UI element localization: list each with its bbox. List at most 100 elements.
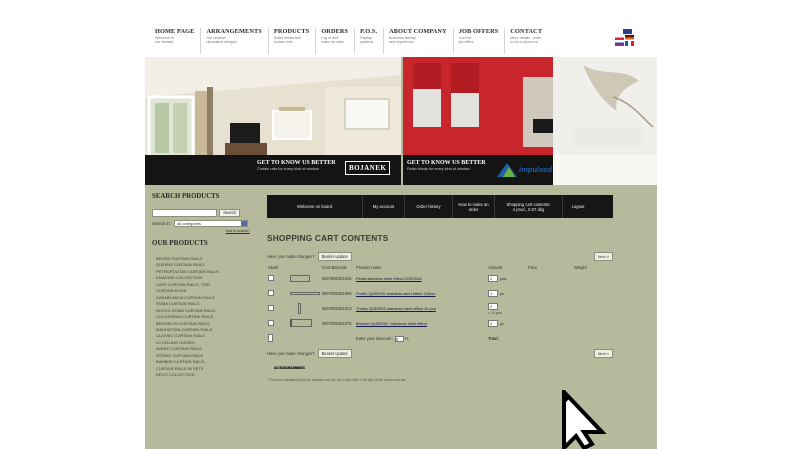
category-select[interactable]: All categories [173,220,248,227]
language-flags [615,29,645,47]
ean-cell: 5907800351545 [322,276,352,281]
main-content: Welcome on board My account Order history H… [267,195,613,382]
search-button[interactable]: Search [219,209,241,217]
weight-cell [573,316,607,331]
remove-checkbox[interactable] [268,290,274,296]
nav-subtitle: Business activity and experience [389,36,416,45]
nav-title: PRODUCTS [273,28,310,35]
top-navigation: HOME PAGE Welcome to our website ARRANGEME… [145,23,657,57]
flag-poland-icon[interactable] [615,35,624,40]
nav-item-about-company[interactable]: ABOUT COMPANY Business activity and exper… [384,28,454,54]
nav-subtitle: Display systems [360,36,374,45]
mouse-cursor-icon [562,390,607,449]
quantity-input[interactable]: 2 [488,302,498,310]
remove-checkbox[interactable] [268,320,274,326]
ean-cell: 5907800351606 [322,291,352,296]
nav-item-orders[interactable]: ORDERS Log in and make an order [316,28,356,54]
how-to-search-link[interactable]: how to search? [152,229,260,233]
nav-title: ORDERS [321,28,349,35]
account-bar-item[interactable]: How to make an order [453,195,495,218]
product-thumbnail [298,302,301,314]
impulsed-logo: impulsed [519,165,552,174]
flag-germany-icon[interactable] [625,35,634,40]
nav-subtitle: Log in and make an order [321,36,345,45]
nav-item-p-o-s[interactable]: P.O.S. Display systems [355,28,385,54]
product-link[interactable]: Profile QUEENS stainless steel effect 24… [356,291,436,296]
account-bar-item[interactable]: Order history [405,195,453,218]
remove-checkbox[interactable] [268,275,274,281]
quantity-input[interactable]: 1 [488,290,498,297]
search-input[interactable] [152,209,217,217]
category-link[interactable]: DECO COLLECTION [152,372,260,378]
column-header: Amount [488,265,503,270]
column-header: Slush [268,265,279,270]
nav-title: CONTACT [510,28,543,35]
nav-item-products[interactable]: PRODUCTS Roller blinds and curtain rods [269,28,317,54]
column-header [289,264,321,271]
cart-table: Slush EAN Barcode Product name Amount Pr… [267,264,607,346]
price-cell [527,286,573,301]
nav-item-contact[interactable]: CONTACT More details - write to us or pho… [505,28,548,54]
update-row-bottom: Have you made changes? Basket update Nex… [267,349,613,358]
account-bar-item[interactable]: Logout [563,195,593,218]
column-header: EAN Barcode [322,265,347,270]
basket-update-button[interactable]: Basket update [317,252,352,261]
sidebar: SEARCH PRODUCTS Search Search in: All ca… [152,193,305,379]
unit-label: pair [500,275,507,281]
product-thumbnail [290,274,310,282]
discount-input[interactable]: 0 [394,335,404,342]
product-link[interactable]: Trolley QUEENS stainless steel effect 10… [356,306,436,311]
weight-cell [573,301,607,316]
flag-uk-icon[interactable] [623,29,632,34]
next-button[interactable]: Next » [593,349,613,358]
nav-subtitle: Roller blinds and curtain rods [273,36,301,45]
page-frame: HOME PAGE Welcome to our website ARRANGEME… [145,23,657,449]
changes-label: Have you made changes? [267,254,315,259]
next-button[interactable]: Next » [593,252,613,261]
price-cell [527,301,573,316]
account-bar-item[interactable]: Shopping cart contents: 4 prod., 0.07 dk… [495,195,563,218]
search-row: Search [152,209,260,217]
discount-checkbox[interactable] [268,334,273,342]
impulsed-logo-mark-icon [497,163,517,177]
remove-checkbox[interactable] [268,305,274,311]
banner-curtain-rails[interactable]: GET TO KNOW US BETTER Curtain rails for … [145,57,401,185]
account-bar-item[interactable]: My account [363,195,405,218]
column-header: Price [528,265,538,270]
nav-item-job-offers[interactable]: JOB OFFERS Current job offers [454,28,506,54]
discount-label: Enter your discount : [356,335,394,341]
category-select-value: All categories [176,221,201,226]
nav-subtitle: Current job offers [458,36,474,45]
ean-cell: 5907800351576 [322,321,352,326]
chevron-down-icon [240,221,247,226]
quantity-input[interactable]: 2 [488,275,498,282]
bojanek-logo: BOJANEK [345,161,391,175]
banner-roller-blinds[interactable]: GET TO KNOW US BETTER Roller blinds for … [403,57,657,185]
update-row-top: Have you made changes? Basket update Nex… [267,252,613,261]
basket-update-button[interactable]: Basket update [317,349,352,358]
weight-cell [573,271,607,286]
nav-title: JOB OFFERS [458,28,499,35]
total-label: Total: [488,336,499,341]
changes-label: Have you made changes? [267,351,315,356]
flag-russia-icon[interactable] [615,41,624,46]
nav-item-home-page[interactable]: HOME PAGE Welcome to our website [150,28,202,54]
nav-subtitle: Our window decoration designs [206,36,237,45]
product-thumbnail [290,319,312,327]
product-link[interactable]: Bracket QUEENS / stainless steel effect [356,321,427,326]
flag-france-icon[interactable] [625,41,634,46]
search-products-heading: SEARCH PRODUCTS [152,193,220,200]
product-link[interactable]: Pintal stainless steel effect CORONA [356,276,422,281]
nav-title: HOME PAGE [155,28,195,35]
cart-header-row: Slush EAN Barcode Product name Amount Pr… [267,264,607,271]
price-footnote: * The price calculated is just an estima… [267,378,406,382]
quantity-input[interactable]: 2 [488,320,498,327]
nav-item-arrangements[interactable]: ARRANGEMENTS Our window decoration design… [201,28,269,54]
column-header: Product name [356,265,382,270]
discount-unit: % [404,335,409,341]
account-bar-item[interactable]: Welcome on board [267,195,363,218]
product-thumbnail [290,292,320,295]
page-title: SHOPPING CART CONTENTS [267,233,389,243]
discount-row: Enter your discount : 0 % Total: [267,331,607,346]
search-in-row: Search in: All categories [152,220,260,227]
